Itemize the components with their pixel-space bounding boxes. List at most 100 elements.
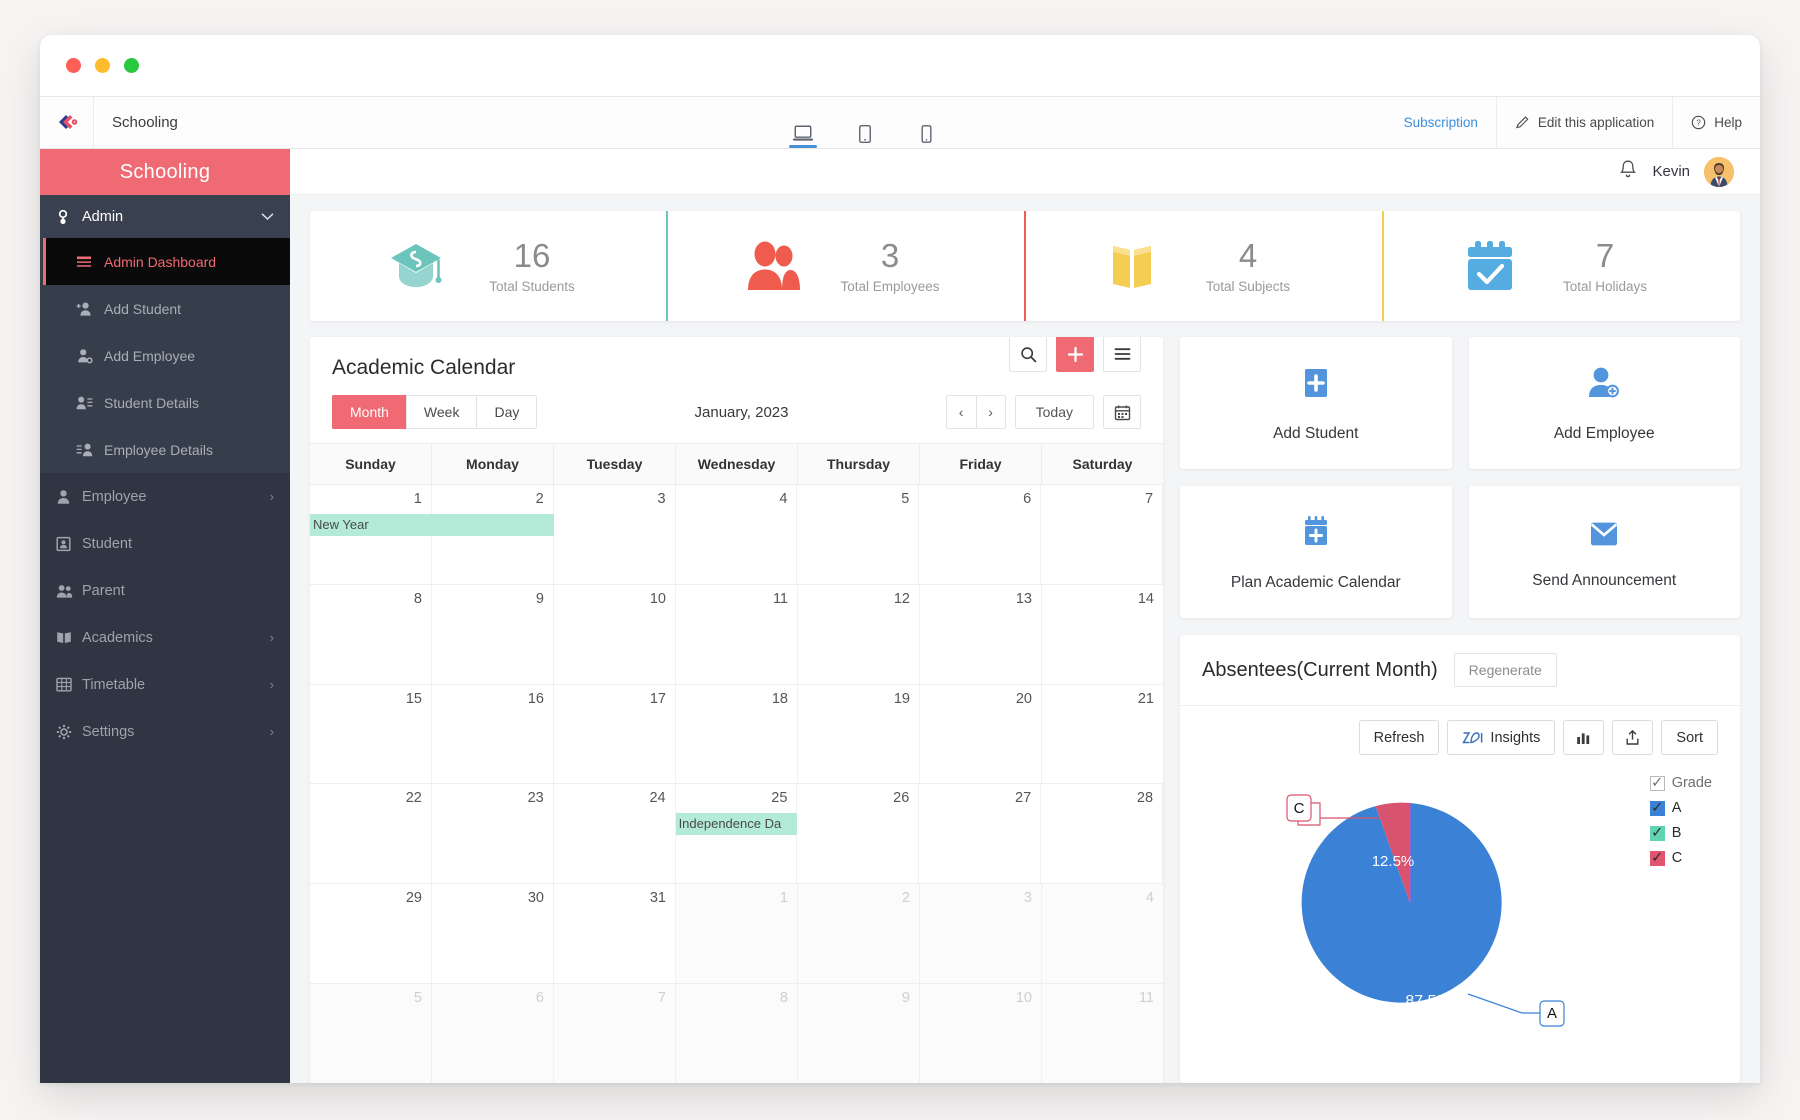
notification-bell-icon[interactable] xyxy=(1618,159,1638,185)
quick-action-add-student[interactable]: Add Student xyxy=(1180,337,1452,469)
calendar-day-cell[interactable]: 28 xyxy=(1041,784,1163,883)
maximize-window-button[interactable] xyxy=(124,58,139,73)
calendar-day-cell[interactable]: 8 xyxy=(310,585,432,684)
calendar-day-cell[interactable]: 5 xyxy=(797,485,919,584)
calendar-day-cell[interactable]: 9 xyxy=(798,984,920,1083)
view-day-button[interactable]: Day xyxy=(476,395,537,429)
calendar-event-new-year[interactable]: New Year xyxy=(310,514,554,536)
sidebar-item-settings[interactable]: Settings › xyxy=(40,708,290,755)
sidebar-item-student-details[interactable]: Student Details xyxy=(43,379,290,426)
calendar-event-independence-day[interactable]: Independence Da xyxy=(676,813,798,835)
calendar-day-cell[interactable]: 16 xyxy=(432,685,554,784)
calendar-day-cell[interactable]: 10 xyxy=(920,984,1042,1083)
legend-item-c[interactable]: ✓ C xyxy=(1650,850,1712,866)
quick-action-label: Plan Academic Calendar xyxy=(1231,574,1401,592)
weekday-monday: Monday xyxy=(432,444,554,484)
quick-action-plan-academic-calendar[interactable]: Plan Academic Calendar xyxy=(1180,486,1452,618)
close-window-button[interactable] xyxy=(66,58,81,73)
calendar-day-cell[interactable]: 4 xyxy=(1042,884,1163,983)
checkbox-icon[interactable]: ✓ xyxy=(1650,826,1665,841)
calendar-day-cell[interactable]: 12 xyxy=(798,585,920,684)
subscription-link[interactable]: Subscription xyxy=(1386,97,1496,148)
regenerate-button[interactable]: Regenerate xyxy=(1454,653,1557,687)
calendar-day-cell[interactable]: 3 xyxy=(920,884,1042,983)
today-button[interactable]: Today xyxy=(1015,395,1094,429)
quick-action-send-announcement[interactable]: Send Announcement xyxy=(1469,486,1741,618)
desktop-view-button[interactable] xyxy=(782,97,824,148)
stats-row: 16 Total Students 3 Tot xyxy=(310,211,1740,321)
sidebar-item-admin-dashboard[interactable]: Admin Dashboard xyxy=(43,238,290,285)
calendar-day-cell[interactable]: 11 xyxy=(676,585,798,684)
checkbox-icon[interactable]: ✓ xyxy=(1650,801,1665,816)
person-list-icon xyxy=(76,395,104,411)
sidebar-item-employee-details[interactable]: Employee Details xyxy=(43,426,290,473)
chart-view-button[interactable] xyxy=(1563,720,1604,755)
help-circle-icon: ? xyxy=(1691,115,1706,130)
quick-action-label: Add Employee xyxy=(1554,425,1655,443)
calendar-day-cell[interactable]: 5 xyxy=(310,984,432,1083)
calendar-day-cell[interactable]: 4 xyxy=(676,485,798,584)
legend-item-b[interactable]: ✓ B xyxy=(1650,825,1712,841)
calendar-day-cell[interactable]: 18 xyxy=(676,685,798,784)
sidebar-item-add-employee[interactable]: Add Employee xyxy=(43,332,290,379)
sidebar-item-student[interactable]: Student xyxy=(40,520,290,567)
calendar-day-cell[interactable]: 23 xyxy=(432,784,554,883)
calendar-day-cell[interactable]: 19 xyxy=(798,685,920,784)
calendar-day-cell[interactable]: 17 xyxy=(554,685,676,784)
sidebar-item-employee[interactable]: Employee › xyxy=(40,473,290,520)
avatar[interactable] xyxy=(1704,157,1734,187)
calendar-day-cell[interactable]: 6 xyxy=(919,485,1041,584)
help-button[interactable]: ? Help xyxy=(1672,97,1760,148)
prev-month-button[interactable]: ‹ xyxy=(946,395,976,429)
calendar-day-cell[interactable]: 27 xyxy=(919,784,1041,883)
legend-item-a[interactable]: ✓ A xyxy=(1650,800,1712,816)
view-week-button[interactable]: Week xyxy=(406,395,477,429)
mobile-view-button[interactable] xyxy=(906,97,948,148)
checkbox-icon[interactable]: ✓ xyxy=(1650,776,1665,791)
calendar-day-cell[interactable]: 7 xyxy=(554,984,676,1083)
add-event-button[interactable] xyxy=(1056,337,1094,372)
calendar-day-cell[interactable]: 13 xyxy=(920,585,1042,684)
calendar-day-cell[interactable]: 1 xyxy=(676,884,798,983)
sort-button[interactable]: Sort xyxy=(1661,720,1718,755)
view-month-button[interactable]: Month xyxy=(332,395,406,429)
calendar-day-cell[interactable]: 8 xyxy=(676,984,798,1083)
checkbox-icon[interactable]: ✓ xyxy=(1650,851,1665,866)
calendar-day-cell[interactable]: 11 xyxy=(1042,984,1163,1083)
minimize-window-button[interactable] xyxy=(95,58,110,73)
calendar-day-cell[interactable]: 6 xyxy=(432,984,554,1083)
calendar-day-cell[interactable]: 22 xyxy=(310,784,432,883)
calendar-day-cell[interactable]: 30 xyxy=(432,884,554,983)
app-logo[interactable] xyxy=(40,97,94,148)
calendar-day-cell[interactable]: 21 xyxy=(1042,685,1163,784)
export-button[interactable] xyxy=(1612,720,1653,755)
calendar-day-cell[interactable]: 14 xyxy=(1042,585,1163,684)
calendar-day-cell[interactable]: 9 xyxy=(432,585,554,684)
calendar-day-cell[interactable]: 29 xyxy=(310,884,432,983)
calendar-day-cell[interactable]: 26 xyxy=(797,784,919,883)
sidebar-item-parent[interactable]: Parent xyxy=(40,567,290,614)
calendar-grid: Sunday Monday Tuesday Wednesday Thursday… xyxy=(310,443,1163,1083)
calendar-day-cell[interactable]: 7 xyxy=(1041,485,1163,584)
sidebar-item-academics[interactable]: Academics › xyxy=(40,614,290,661)
edit-application-button[interactable]: Edit this application xyxy=(1496,97,1672,148)
calendar-day-cell[interactable]: 10 xyxy=(554,585,676,684)
sidebar-item-add-student[interactable]: Add Student xyxy=(43,285,290,332)
quick-action-add-employee[interactable]: Add Employee xyxy=(1469,337,1741,469)
calendar-day-cell[interactable]: 3 xyxy=(554,485,676,584)
next-month-button[interactable]: › xyxy=(976,395,1006,429)
menu-button[interactable] xyxy=(1103,337,1141,372)
sidebar-group-admin[interactable]: Admin xyxy=(40,195,290,238)
search-button[interactable] xyxy=(1009,337,1047,372)
calendar-day-cell[interactable]: 31 xyxy=(554,884,676,983)
legend-item-grade[interactable]: ✓ Grade xyxy=(1650,775,1712,791)
tablet-view-button[interactable] xyxy=(844,97,886,148)
calendar-day-cell[interactable]: 20 xyxy=(920,685,1042,784)
date-picker-button[interactable] xyxy=(1103,395,1141,429)
insights-button[interactable]: Insights xyxy=(1447,720,1555,755)
refresh-button[interactable]: Refresh xyxy=(1359,720,1440,755)
sidebar-item-timetable[interactable]: Timetable › xyxy=(40,661,290,708)
calendar-day-cell[interactable]: 2 xyxy=(798,884,920,983)
calendar-day-cell[interactable]: 24 xyxy=(554,784,676,883)
calendar-day-cell[interactable]: 15 xyxy=(310,685,432,784)
